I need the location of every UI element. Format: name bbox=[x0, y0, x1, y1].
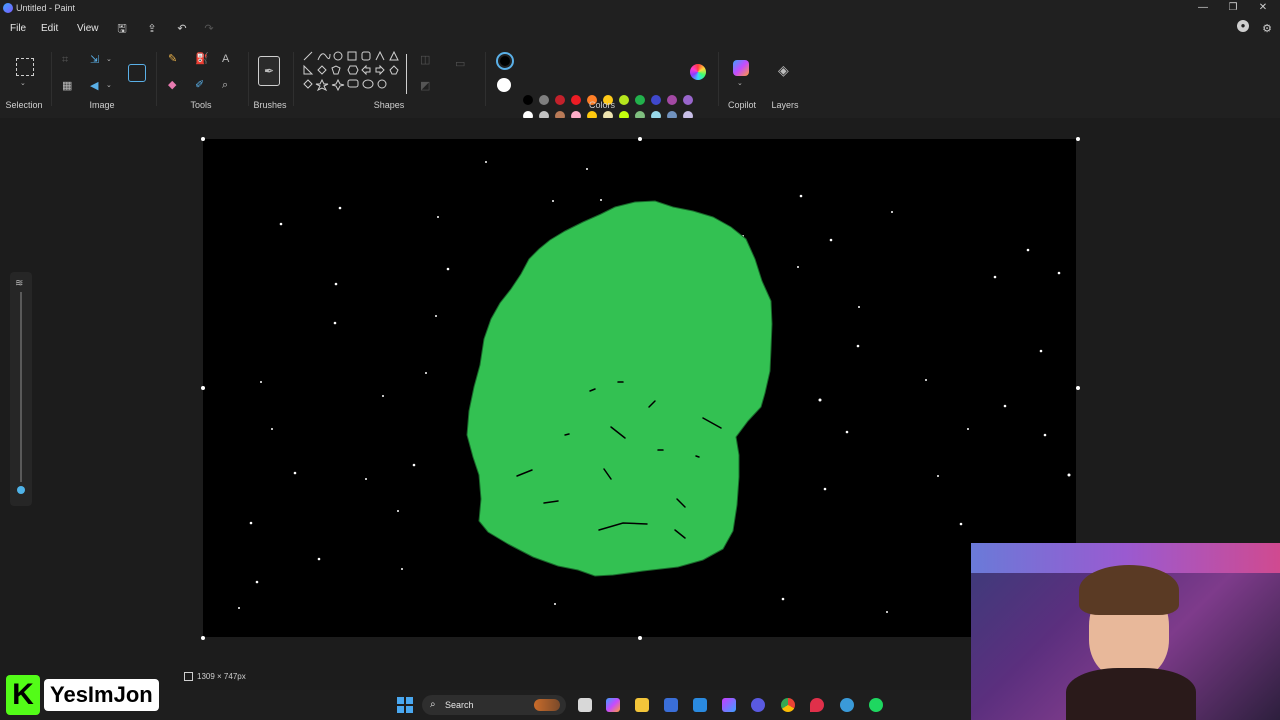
group-label-shapes: Shapes bbox=[373, 100, 405, 110]
group-label-brushes: Brushes bbox=[253, 100, 287, 110]
search-icon: ⌕ bbox=[430, 699, 436, 710]
resize-handle[interactable] bbox=[201, 636, 205, 640]
menu-edit[interactable]: Edit bbox=[41, 23, 58, 34]
app-icon[interactable] bbox=[751, 698, 765, 712]
divider bbox=[293, 52, 294, 106]
green-blob-shape bbox=[466, 200, 773, 577]
crop-icon[interactable]: ⌗ bbox=[62, 54, 68, 66]
search-label: Search bbox=[445, 700, 474, 710]
brush-icon[interactable]: ✒ bbox=[258, 56, 280, 86]
undo-icon[interactable]: ↶ bbox=[174, 21, 190, 37]
maps-pin-icon[interactable] bbox=[810, 698, 824, 712]
shapes-gallery[interactable] bbox=[302, 50, 410, 98]
title-bar: Untitled - Paint — ❐ ✕ bbox=[0, 0, 1280, 16]
group-label-colors: Colors bbox=[588, 100, 615, 110]
secondary-color-swatch[interactable] bbox=[497, 78, 511, 92]
eraser-icon[interactable]: ◆ bbox=[168, 79, 176, 91]
layers-icon[interactable]: ◈ bbox=[778, 63, 789, 77]
streamer-shirt bbox=[1066, 668, 1196, 720]
resize-handle[interactable] bbox=[201, 137, 205, 141]
office-icon[interactable] bbox=[722, 698, 736, 712]
background-removal-icon[interactable]: ▦ bbox=[62, 80, 72, 92]
divider bbox=[485, 52, 486, 106]
webcam-overlay bbox=[971, 543, 1280, 720]
microsoft-store-icon[interactable] bbox=[664, 698, 678, 712]
menu-view[interactable]: View bbox=[77, 23, 99, 34]
mail-icon[interactable] bbox=[693, 698, 707, 712]
settings-gear-icon[interactable]: ⚙ bbox=[1259, 21, 1275, 37]
chevron-down-icon[interactable]: ⌄ bbox=[106, 54, 112, 66]
resize-handle[interactable] bbox=[1076, 386, 1080, 390]
selection-rect-icon[interactable] bbox=[16, 58, 34, 76]
resize-handle[interactable] bbox=[638, 137, 642, 141]
account-icon[interactable]: ● bbox=[1237, 20, 1249, 32]
menu-bar: File Edit View 🖫 ⇪ ↶ ↷ ● ⚙ bbox=[0, 18, 1280, 40]
group-label-selection: Selection bbox=[5, 100, 43, 110]
drawing-canvas[interactable] bbox=[203, 139, 1076, 637]
group-label-layers: Layers bbox=[771, 100, 799, 110]
fill-icon[interactable]: ◩ bbox=[420, 80, 430, 92]
taskbar-search[interactable]: ⌕ Search bbox=[422, 695, 566, 715]
divider bbox=[51, 52, 52, 106]
copilot-icon[interactable] bbox=[733, 60, 749, 76]
kick-logo-icon: K bbox=[6, 675, 40, 715]
paint-taskbar-icon[interactable] bbox=[840, 698, 854, 712]
pencil-icon[interactable]: ✎ bbox=[168, 53, 177, 65]
color-picker-icon[interactable]: ✐ bbox=[195, 79, 204, 91]
paint-app-icon bbox=[3, 3, 13, 13]
brush-size-icon: ≋ bbox=[15, 278, 24, 289]
windows-start-icon[interactable] bbox=[397, 697, 413, 713]
brush-size-slider[interactable]: ≋ bbox=[10, 272, 32, 506]
redo-icon[interactable]: ↷ bbox=[201, 21, 217, 37]
streamer-name: YesImJon bbox=[44, 679, 159, 711]
chevron-down-icon[interactable]: ⌄ bbox=[737, 78, 743, 90]
menu-file[interactable]: File bbox=[10, 23, 26, 34]
slider-track bbox=[20, 292, 22, 482]
fill-bucket-icon[interactable]: ⛽ bbox=[195, 53, 209, 65]
group-label-copilot: Copilot bbox=[727, 100, 756, 110]
outline-icon[interactable]: ◫ bbox=[420, 54, 430, 66]
chrome-icon[interactable] bbox=[781, 698, 795, 712]
window-title: Untitled - Paint bbox=[16, 3, 76, 13]
spotify-icon[interactable] bbox=[869, 698, 883, 712]
shape-rotate-icon[interactable]: ▭ bbox=[455, 58, 465, 70]
rotate-icon[interactable]: ◀ bbox=[90, 80, 98, 92]
magnifier-icon[interactable]: ⌕ bbox=[222, 79, 228, 91]
divider bbox=[156, 52, 157, 106]
share-icon[interactable]: ⇪ bbox=[144, 21, 160, 37]
group-label-image: Image bbox=[89, 100, 115, 110]
resize-handle[interactable] bbox=[638, 636, 642, 640]
copilot-taskbar-icon[interactable] bbox=[606, 698, 620, 712]
save-icon[interactable]: 🖫 bbox=[114, 21, 130, 37]
canvas-dimensions: 1309 × 747px bbox=[197, 672, 246, 681]
slider-thumb[interactable] bbox=[17, 486, 25, 494]
chevron-down-icon[interactable]: ⌄ bbox=[106, 80, 112, 92]
text-tool-icon[interactable]: A bbox=[222, 53, 229, 65]
chevron-down-icon[interactable]: ⌄ bbox=[20, 78, 26, 90]
streamer-hair bbox=[1079, 565, 1179, 615]
group-label-tools: Tools bbox=[190, 100, 212, 110]
file-explorer-icon[interactable] bbox=[635, 698, 649, 712]
task-view-icon[interactable] bbox=[578, 698, 592, 712]
resize-icon[interactable]: ⇲ bbox=[90, 54, 99, 66]
resize-handle[interactable] bbox=[201, 386, 205, 390]
divider bbox=[248, 52, 249, 106]
resize-handle[interactable] bbox=[1076, 137, 1080, 141]
divider bbox=[718, 52, 719, 106]
canvas-drawing bbox=[238, 161, 1071, 613]
edit-colors-icon[interactable] bbox=[690, 64, 706, 80]
minimize-button[interactable]: — bbox=[1188, 1, 1218, 15]
streamer-logo: K YesImJon bbox=[6, 675, 198, 715]
search-highlight-icon bbox=[534, 699, 560, 711]
ribbon-toolbar: ⌄ Selection ⌗ ⇲ ⌄ ▦ ◀ ⌄ Image ✎ ⛽ A ◆ ✐ … bbox=[0, 44, 1280, 137]
restore-button[interactable]: ❐ bbox=[1218, 1, 1248, 15]
close-button[interactable]: ✕ bbox=[1248, 1, 1278, 15]
image-select-icon[interactable] bbox=[128, 64, 146, 82]
primary-color-swatch[interactable] bbox=[496, 52, 514, 70]
